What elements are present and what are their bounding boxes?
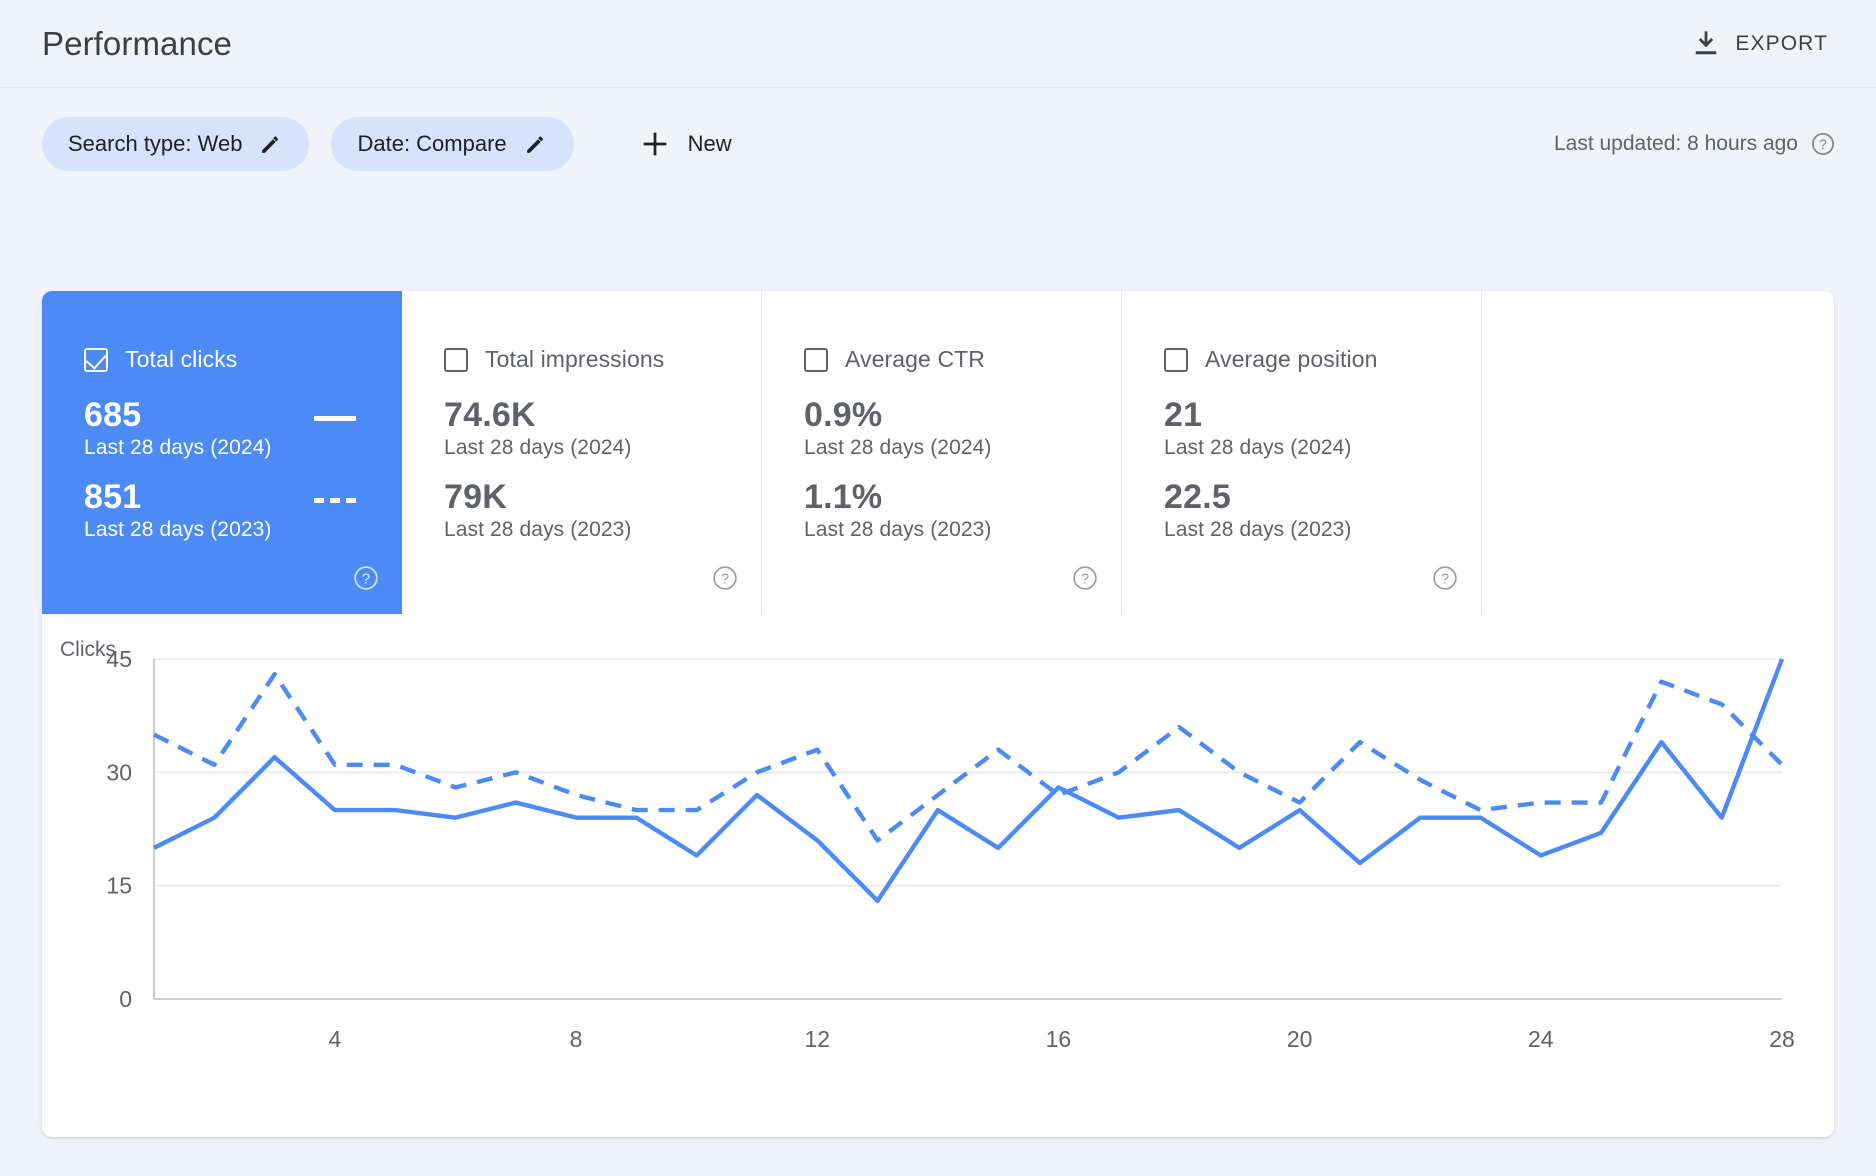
- metric-current: 0.9%: [804, 395, 1104, 435]
- chart-x-tick: 4: [328, 1026, 341, 1052]
- metric-label: Average CTR: [845, 346, 985, 373]
- metric-card-total-impressions[interactable]: Total impressions 74.6K Last 28 days (20…: [402, 291, 762, 614]
- metric-previous-period: Last 28 days (2023): [1164, 517, 1481, 543]
- metric-previous-value: 1.1%: [804, 477, 1104, 517]
- metric-help-button[interactable]: ?: [1431, 564, 1459, 592]
- chart-canvas[interactable]: 0 15 30 45 4 8 12 16 20 24 28: [42, 614, 1834, 1137]
- metric-previous-period: Last 28 days (2023): [444, 517, 761, 543]
- metric-previous-value: 22.5: [1164, 477, 1464, 517]
- checkbox-total-impressions[interactable]: [444, 348, 468, 372]
- checkbox-total-clicks[interactable]: [84, 348, 108, 372]
- svg-text:?: ?: [362, 571, 370, 587]
- add-new-filter-label: New: [688, 131, 732, 157]
- metric-current-value: 21: [1164, 395, 1464, 435]
- help-circle-icon: ?: [1431, 564, 1459, 592]
- help-circle-icon: ?: [1071, 564, 1099, 592]
- page-header: Performance EXPORT: [0, 0, 1876, 88]
- metric-previous: 79K: [444, 477, 744, 517]
- last-updated: Last updated: 8 hours ago ?: [1554, 131, 1836, 157]
- last-updated-label: Last updated: 8 hours ago: [1554, 132, 1798, 156]
- export-button[interactable]: EXPORT: [1683, 23, 1836, 65]
- metric-previous-period: Last 28 days (2023): [804, 517, 1121, 543]
- metric-current-period: Last 28 days (2024): [804, 435, 1121, 461]
- filter-chip-group: Search type: Web Date: Compare New: [42, 117, 748, 171]
- chart-y-tick: 0: [119, 986, 132, 1012]
- metric-current: 74.6K: [444, 395, 744, 435]
- chart-y-tick: 30: [106, 759, 132, 785]
- svg-text:?: ?: [1441, 571, 1449, 587]
- legend-dashed-line: [314, 498, 356, 503]
- chart-x-tick: 20: [1287, 1026, 1313, 1052]
- download-icon: [1691, 29, 1721, 59]
- metric-current-period: Last 28 days (2024): [84, 435, 402, 461]
- metric-label: Total impressions: [485, 346, 664, 373]
- metric-card-header: Average position: [1164, 346, 1481, 373]
- metric-previous: 22.5: [1164, 477, 1464, 517]
- metric-current: 21: [1164, 395, 1464, 435]
- metric-current-period: Last 28 days (2024): [444, 435, 761, 461]
- svg-text:?: ?: [1081, 571, 1089, 587]
- help-circle-icon: ?: [352, 564, 380, 592]
- chart-x-tick: 16: [1046, 1026, 1072, 1052]
- metric-previous: 851: [84, 477, 384, 517]
- clicks-chart: Clicks 0153045481216202428: [42, 614, 1834, 1137]
- metric-help-button[interactable]: ?: [711, 564, 739, 592]
- metric-previous: 1.1%: [804, 477, 1104, 517]
- help-circle-icon: ?: [711, 564, 739, 592]
- metric-label: Average position: [1205, 346, 1378, 373]
- filter-chip-search-type[interactable]: Search type: Web: [42, 117, 309, 171]
- chart-line-previous: [154, 674, 1782, 840]
- metric-card-total-clicks[interactable]: Total clicks 685 Last 28 days (2024) 851…: [42, 291, 402, 614]
- plus-icon: [640, 129, 670, 159]
- legend-solid-line: [314, 416, 356, 421]
- chart-x-tick: 12: [804, 1026, 830, 1052]
- svg-text:?: ?: [721, 571, 729, 587]
- metric-help-button[interactable]: ?: [352, 564, 380, 592]
- add-new-filter-button[interactable]: New: [624, 121, 748, 167]
- chart-y-tick: 15: [106, 873, 132, 899]
- metric-help-button[interactable]: ?: [1071, 564, 1099, 592]
- metric-label: Total clicks: [125, 346, 237, 373]
- filter-bar: Search type: Web Date: Compare New: [0, 88, 1876, 200]
- metric-card-average-position[interactable]: Average position 21 Last 28 days (2024) …: [1122, 291, 1482, 614]
- metric-card-header: Total clicks: [84, 346, 402, 373]
- help-circle-icon[interactable]: ?: [1810, 131, 1836, 157]
- metric-card-row: Total clicks 685 Last 28 days (2024) 851…: [42, 291, 1834, 614]
- metric-current: 685: [84, 395, 384, 435]
- filter-chip-date-label: Date: Compare: [357, 131, 506, 157]
- filter-chip-search-type-label: Search type: Web: [68, 131, 242, 157]
- metric-current-period: Last 28 days (2024): [1164, 435, 1481, 461]
- chart-x-tick: 28: [1769, 1026, 1795, 1052]
- pencil-icon: [523, 132, 548, 157]
- metric-current-value: 74.6K: [444, 395, 744, 435]
- metric-card-header: Average CTR: [804, 346, 1121, 373]
- export-label: EXPORT: [1735, 32, 1828, 56]
- metric-previous-value: 79K: [444, 477, 744, 517]
- metric-current-value: 0.9%: [804, 395, 1104, 435]
- chart-line-current: [154, 659, 1782, 901]
- metric-previous-period: Last 28 days (2023): [84, 517, 402, 543]
- chart-x-tick: 8: [570, 1026, 583, 1052]
- page-title: Performance: [42, 25, 232, 63]
- performance-panel: Total clicks 685 Last 28 days (2024) 851…: [42, 291, 1834, 1137]
- metric-card-average-ctr[interactable]: Average CTR 0.9% Last 28 days (2024) 1.1…: [762, 291, 1122, 614]
- performance-page: Performance EXPORT Search type: Web Date…: [0, 0, 1876, 1176]
- chart-x-tick: 24: [1528, 1026, 1554, 1052]
- metric-card-header: Total impressions: [444, 346, 761, 373]
- filter-chip-date[interactable]: Date: Compare: [331, 117, 573, 171]
- chart-y-tick: 45: [106, 646, 132, 672]
- pencil-icon: [258, 132, 283, 157]
- checkbox-average-position[interactable]: [1164, 348, 1188, 372]
- checkbox-average-ctr[interactable]: [804, 348, 828, 372]
- svg-text:?: ?: [1819, 137, 1827, 152]
